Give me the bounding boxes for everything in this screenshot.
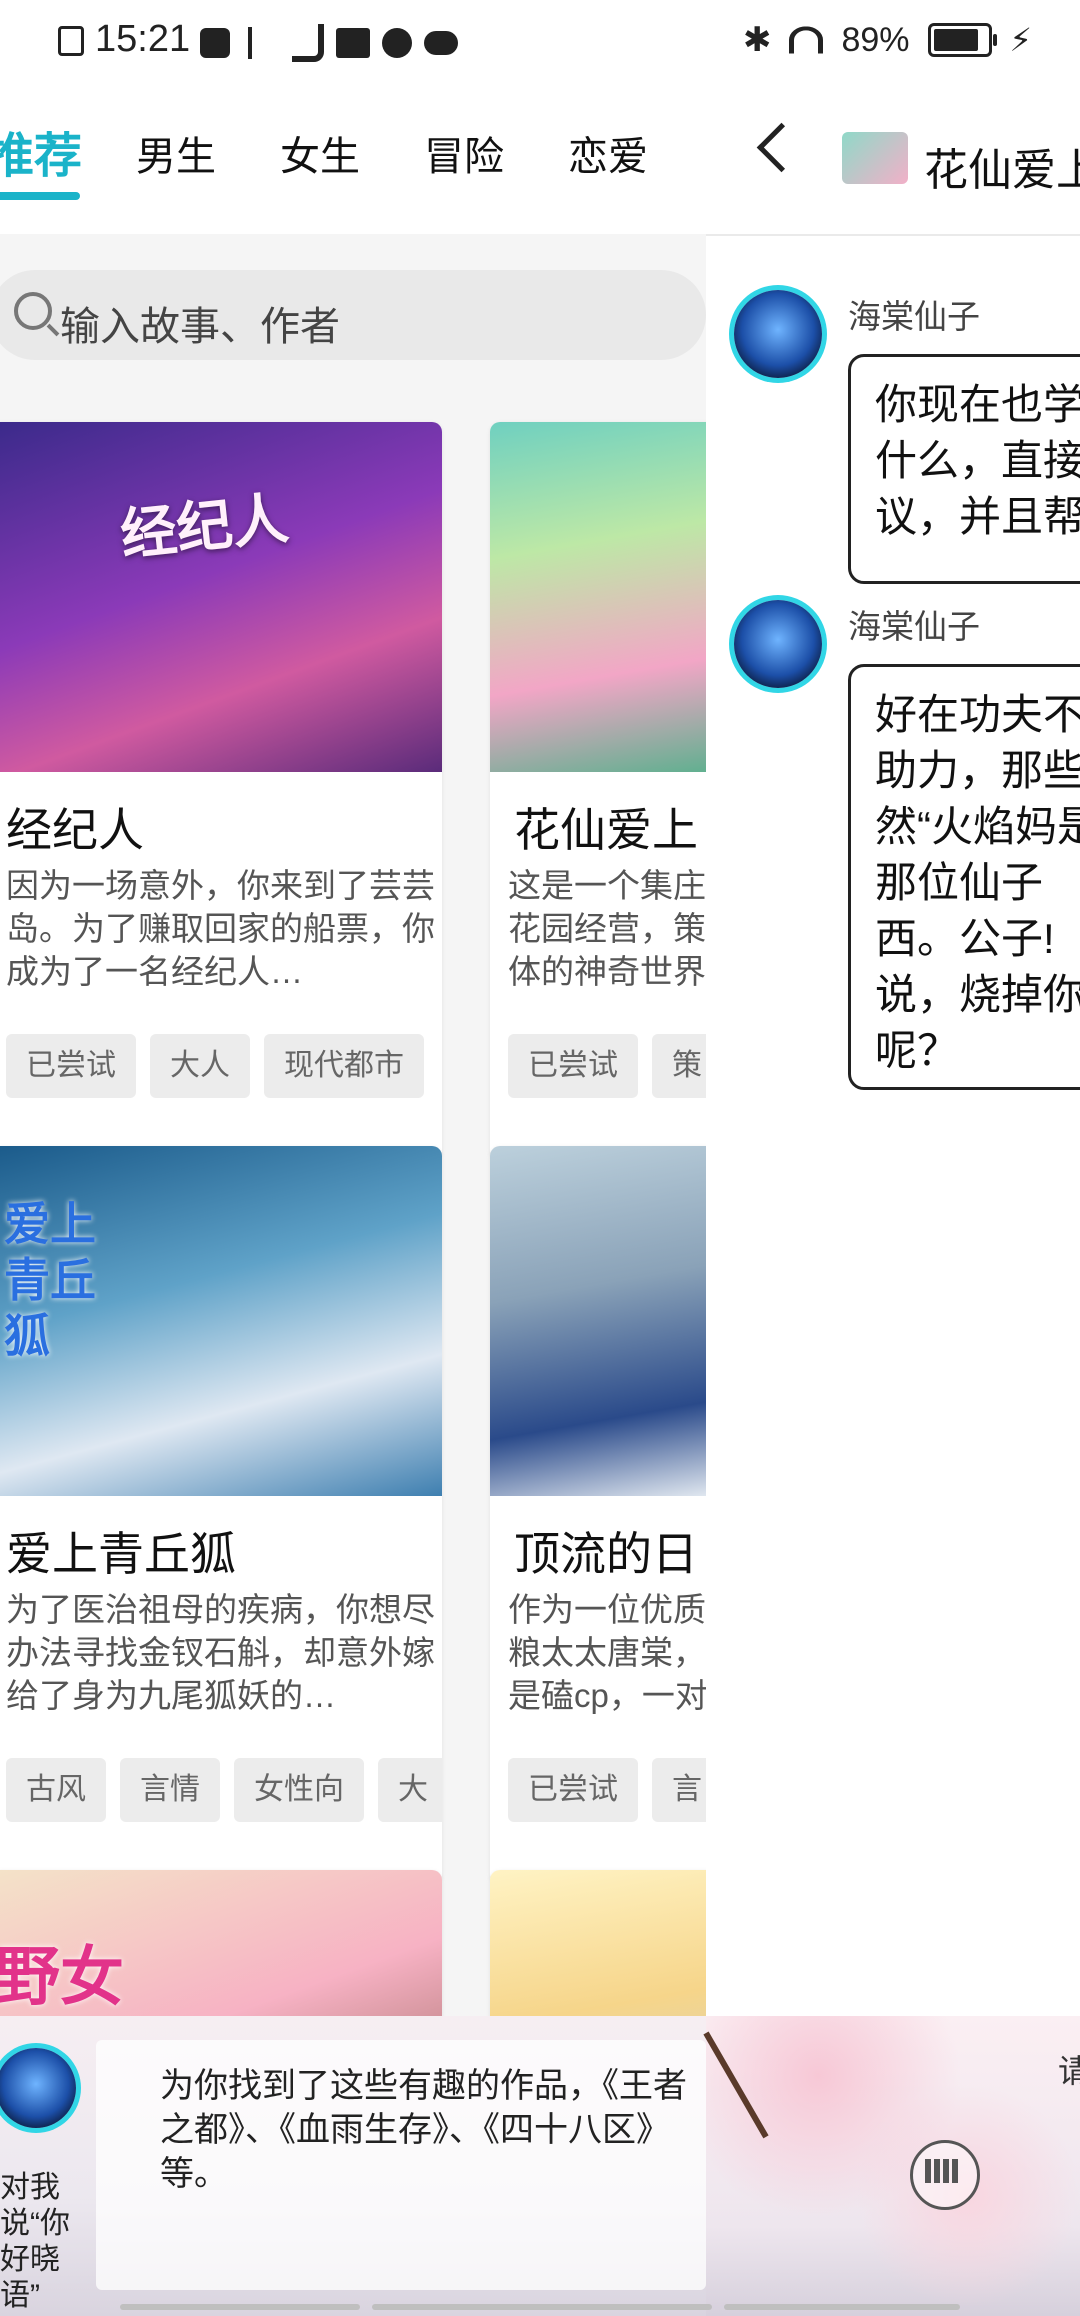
category-tabs: 推荐 男生 女生 冒险 恋爱: [0, 84, 706, 234]
chat-bubble: 好在功夫不助力，那些然“火焰妈是那位仙子西。公子!说，烧掉你呢？: [848, 664, 1080, 1090]
story-tag: 大: [378, 1758, 442, 1822]
search-placeholder: 输入故事、作者: [60, 305, 340, 349]
speaker-name: 海棠仙子: [848, 608, 980, 645]
story-title: 经纪人: [6, 804, 144, 856]
tag-row: 古风 言情 女性向 大: [6, 1758, 442, 1822]
story-card[interactable]: 爱上青丘狐 爱上青丘狐 为了医治祖母的疾病，你想尽办法寻找金钗石斛，却意外嫁给了…: [0, 1146, 442, 1884]
story-card[interactable]: 经纪人 经纪人 因为一场意外，你来到了芸芸岛。为了赚取回家的船票，你成为了一名经…: [0, 422, 442, 1160]
tag-row: 已尝试 策: [508, 1034, 706, 1098]
active-tab-indicator: [0, 192, 80, 200]
story-tag: 大人: [150, 1034, 250, 1098]
notification-icons: [200, 24, 458, 62]
audio-icon: [382, 28, 412, 58]
cover-title: 经纪人: [117, 486, 292, 567]
cloud-icon: [424, 31, 458, 55]
battery-percent: 89%: [841, 20, 910, 59]
story-card[interactable]: [490, 1870, 706, 2016]
story-description: 作为一位优质粮太太唐棠，是磕cp，一对: [508, 1591, 706, 1714]
chat-header: 花仙爱上: [706, 84, 1080, 236]
cover-title: 爱上青丘狐: [4, 1198, 96, 1362]
story-cover: 经纪人: [0, 422, 442, 772]
story-cover: [490, 1870, 706, 2016]
avatar[interactable]: [734, 600, 822, 688]
tab-romance[interactable]: 恋爱: [568, 124, 648, 182]
story-list-panel: 推荐 男生 女生 冒险 恋爱 输入故事、作者 经纪人 经纪人 因为一场意外，你来…: [0, 84, 706, 2016]
story-cover: [490, 422, 706, 772]
chat-title: 花仙爱上: [924, 146, 1080, 195]
story-description: 为了医治祖母的疾病，你想尽办法寻找金钗石斛，却意外嫁给了身为九尾狐妖的…: [6, 1591, 435, 1714]
bluetooth-icon: ✱: [742, 21, 772, 59]
story-card[interactable]: 花仙爱上 这是一个集庄花园经营，策体的神奇世界 已尝试 策: [490, 422, 706, 1160]
back-arrow-icon[interactable]: [756, 122, 807, 173]
story-tag: 女性向: [234, 1758, 364, 1822]
battery-icon: [927, 23, 997, 57]
story-thumbnail: [842, 132, 908, 184]
avatar[interactable]: [734, 290, 822, 378]
story-tag: 已尝试: [508, 1758, 638, 1822]
story-card[interactable]: 野女: [0, 1870, 442, 2016]
story-tag: 言: [652, 1758, 706, 1822]
tag-row: 已尝试 言: [508, 1758, 706, 1822]
tab-adventure[interactable]: 冒险: [424, 124, 504, 182]
book-icon: [336, 28, 370, 58]
tab-male[interactable]: 男生: [136, 124, 216, 182]
keyboard-icon[interactable]: [910, 2140, 980, 2210]
cover-title: 野女: [0, 1941, 124, 2013]
story-tag: 已尝试: [6, 1034, 136, 1098]
video-icon: [200, 28, 230, 58]
story-description: 因为一场意外，你来到了芸芸岛。为了赚取回家的船票，你成为了一名经纪人…: [6, 867, 435, 990]
nav-handle[interactable]: [724, 2304, 960, 2310]
status-icons-left: [58, 26, 84, 56]
side-text: 请: [1058, 2053, 1080, 2089]
search-icon: [14, 292, 52, 330]
story-tag: 策: [652, 1034, 706, 1098]
tag-row: 已尝试 大人 现代都市: [6, 1034, 424, 1098]
close-box-icon: [58, 26, 84, 56]
story-title: 顶流的日: [514, 1528, 698, 1580]
tiktok-icon: [292, 24, 324, 62]
chat-panel: 花仙爱上 海棠仙子 你现在也学什么，直接议，并且帮 海棠仙子 好在功夫不助力，那…: [706, 84, 1080, 2016]
tab-recommended[interactable]: 推荐: [0, 116, 82, 186]
story-cover: 野女: [0, 1870, 442, 2016]
story-tag: 已尝试: [508, 1034, 638, 1098]
status-bar: 15:21 ✱ 89% ⚡: [0, 0, 1080, 84]
usb-icon: [248, 27, 274, 59]
blossom-background: [706, 2016, 1080, 2316]
charging-icon: ⚡: [1009, 22, 1032, 58]
status-icons-right: ✱ 89% ⚡: [743, 20, 1032, 60]
story-title: 花仙爱上: [514, 804, 698, 856]
wifi-icon: [789, 26, 824, 54]
tab-female[interactable]: 女生: [280, 124, 360, 182]
story-tag: 古风: [6, 1758, 106, 1822]
story-cover: 爱上青丘狐: [0, 1146, 442, 1496]
story-description: 这是一个集庄花园经营，策体的神奇世界: [508, 867, 706, 990]
status-time: 15:21: [95, 18, 191, 60]
story-tag: 言情: [120, 1758, 220, 1822]
story-card[interactable]: 顶流的日 作为一位优质粮太太唐棠，是磕cp，一对 已尝试 言: [490, 1146, 706, 1884]
voice-hint: 对我说“你好晓语”: [0, 2171, 70, 2312]
chat-bubble: 你现在也学什么，直接议，并且帮: [848, 354, 1080, 584]
nav-handle[interactable]: [120, 2304, 360, 2310]
story-tag: 现代都市: [264, 1034, 424, 1098]
nav-handle[interactable]: [372, 2304, 712, 2310]
story-cover: [490, 1146, 706, 1496]
assistant-message: 为你找到了这些有趣的作品，《王者之都》、《血雨生存》、《四十八区》等。: [160, 2067, 687, 2193]
speaker-name: 海棠仙子: [848, 298, 980, 335]
story-title: 爱上青丘狐: [6, 1528, 236, 1580]
